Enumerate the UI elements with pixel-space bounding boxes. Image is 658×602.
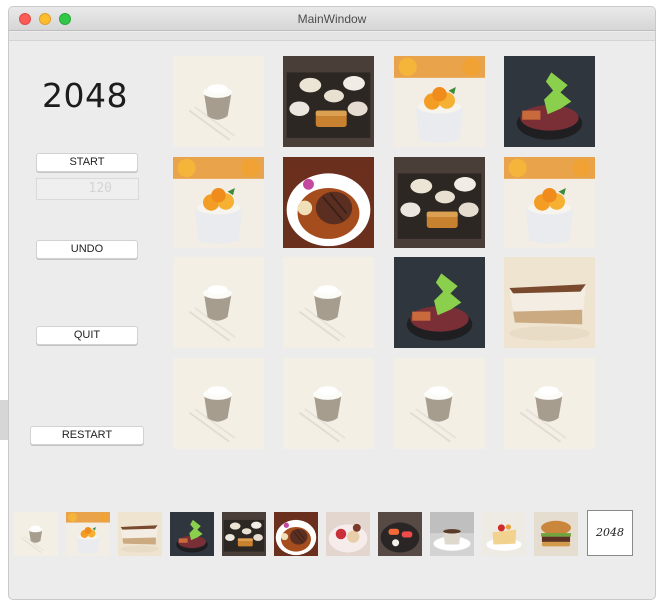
tiramisu-slice-legend-icon xyxy=(118,512,162,556)
restart-button[interactable]: RESTART xyxy=(30,426,144,445)
logo-2048: 2048 xyxy=(587,510,633,556)
score-display: 120 xyxy=(36,178,139,200)
window-title: MainWindow xyxy=(297,12,367,26)
rice-bowl-tile xyxy=(394,358,485,449)
steak-plate-legend-icon xyxy=(274,512,318,556)
title-bar: MainWindow xyxy=(9,7,655,31)
undo-button[interactable]: UNDO xyxy=(36,240,138,259)
matcha-parfait-tile xyxy=(394,257,485,348)
burger-legend-icon xyxy=(534,512,578,556)
rice-bowl-tile xyxy=(504,358,595,449)
window-edge xyxy=(0,400,8,440)
start-button[interactable]: START xyxy=(36,153,138,172)
mango-dessert-tile xyxy=(173,157,264,248)
rice-bowl-tile xyxy=(173,358,264,449)
sushi-plate-legend-icon xyxy=(378,512,422,556)
tiramisu-slice-tile xyxy=(504,257,595,348)
tonkatsu-set-tile xyxy=(394,157,485,248)
cake-slice-legend-icon xyxy=(482,512,526,556)
mango-dessert-tile xyxy=(394,56,485,147)
mango-dessert-legend-icon xyxy=(66,512,110,556)
matcha-parfait-legend-icon xyxy=(170,512,214,556)
rice-bowl-tile xyxy=(173,257,264,348)
game-board[interactable] xyxy=(173,56,595,450)
pudding-cup-legend-icon xyxy=(430,512,474,556)
tonkatsu-set-legend-icon xyxy=(222,512,266,556)
rice-bowl-tile xyxy=(283,358,374,449)
tonkatsu-set-tile xyxy=(283,56,374,147)
mango-dessert-tile xyxy=(504,157,595,248)
toolbar-strip xyxy=(9,32,655,41)
game-title: 2048 xyxy=(42,76,128,115)
quit-button[interactable]: QUIT xyxy=(36,326,138,345)
rice-bowl-tile xyxy=(173,56,264,147)
rice-bowl-tile xyxy=(283,257,374,348)
rice-bowl-legend-icon xyxy=(14,512,58,556)
dessert-platter-legend-icon xyxy=(326,512,370,556)
matcha-parfait-tile xyxy=(504,56,595,147)
steak-plate-tile xyxy=(283,157,374,248)
